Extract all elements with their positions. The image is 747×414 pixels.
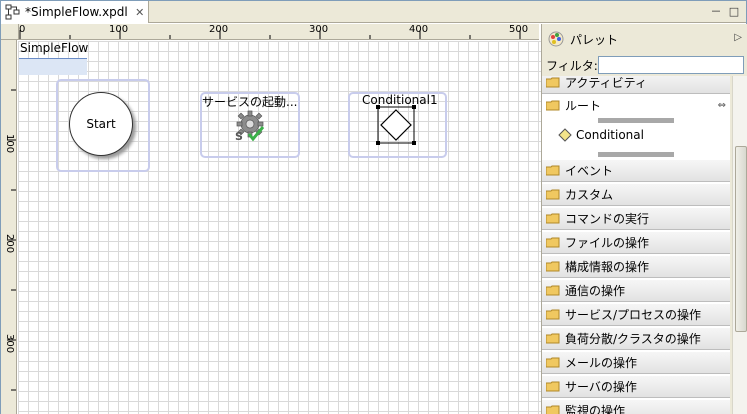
- folder-icon: [546, 333, 560, 344]
- palette-drawer-custom[interactable]: カスタム: [542, 184, 730, 206]
- palette-drawer-label: コマンドの実行: [565, 212, 650, 226]
- palette-list: アクティビティ ルート ⇔ Conditional イベント カスタム コマンド…: [542, 76, 730, 414]
- palette-scrollbar[interactable]: [732, 76, 747, 414]
- palette-tool-conditional[interactable]: Conditional: [542, 124, 730, 146]
- folder-icon: [546, 357, 560, 368]
- folder-icon: [546, 381, 560, 392]
- folder-open-icon: [546, 77, 560, 88]
- folder-icon: [546, 237, 560, 248]
- palette-drawer-label: サーバの操作: [565, 380, 637, 394]
- folder-icon: [546, 213, 560, 224]
- palette-drawer-label: 負荷分散/クラスタの操作: [565, 332, 701, 346]
- vertical-ruler: 100 200 300: [1, 40, 17, 414]
- folder-icon: [546, 405, 560, 414]
- ruler-label: 100: [4, 134, 15, 154]
- palette-icon: [548, 31, 564, 47]
- palette-drawer-file[interactable]: ファイルの操作: [542, 232, 730, 254]
- pool-name[interactable]: SimpleFlow: [19, 41, 88, 59]
- svg-text:S: S: [235, 130, 243, 143]
- folder-icon: [546, 261, 560, 272]
- pool-header-bar: [19, 59, 87, 75]
- palette-header: パレット ▷: [542, 24, 747, 54]
- ruler-label: 500: [509, 24, 529, 35]
- ruler-label: 300: [309, 24, 329, 35]
- palette-drawer-label: カスタム: [565, 188, 614, 202]
- palette-drawer-label: 監視の操作: [565, 404, 626, 414]
- folder-icon: [546, 309, 560, 320]
- tab-title: *SimpleFlow.xpdl: [25, 5, 128, 19]
- filter-input[interactable]: [598, 56, 744, 74]
- drawer-scroll-down[interactable]: [598, 152, 674, 157]
- palette-drawer-event[interactable]: イベント: [542, 160, 730, 182]
- ruler-label: 100: [109, 24, 129, 35]
- horizontal-ruler: 0 100 200 300 400 500: [19, 24, 539, 40]
- palette-drawer-activity[interactable]: アクティビティ: [542, 76, 730, 94]
- palette-drawer-route[interactable]: ルート ⇔: [542, 94, 730, 116]
- maximize-icon[interactable]: □: [726, 4, 742, 20]
- palette-drawer-label: 構成情報の操作: [565, 260, 650, 274]
- ruler-label: 300: [4, 334, 15, 354]
- ruler-label: 400: [409, 24, 429, 35]
- scrollbar-thumb[interactable]: [735, 146, 747, 332]
- editor-window: *SimpleFlow.xpdl ✕ － □ 0 100 200 300 400…: [0, 0, 747, 414]
- ruler-label: 200: [209, 24, 229, 35]
- palette-drawer-command[interactable]: コマンドの実行: [542, 208, 730, 230]
- drawer-scroll-up[interactable]: [598, 118, 674, 123]
- palette-drawer-label: メールの操作: [565, 356, 638, 370]
- palette-drawer-label: サービス/プロセスの操作: [565, 308, 702, 322]
- start-event-circle[interactable]: Start: [69, 92, 133, 156]
- folder-icon: [546, 165, 560, 176]
- minimize-icon[interactable]: －: [708, 4, 724, 20]
- ruler-corner: [1, 24, 19, 40]
- close-icon[interactable]: ✕: [134, 6, 146, 19]
- palette-drawer-label: イベント: [565, 164, 614, 178]
- collapse-arrow-icon[interactable]: ▷: [734, 32, 742, 43]
- palette-drawer-comm[interactable]: 通信の操作: [542, 280, 730, 302]
- palette-panel: パレット ▷ フィルタ: アクティビティ ルート ⇔ Conditional イ…: [541, 24, 747, 414]
- palette-drawer-service[interactable]: サービス/プロセスの操作: [542, 304, 730, 326]
- conditional-diamond-icon: [558, 128, 572, 142]
- start-node-label: Start: [86, 117, 116, 131]
- folder-icon: [546, 285, 560, 296]
- gateway-diamond-icon[interactable]: [374, 104, 418, 146]
- palette-drawer-server[interactable]: サーバの操作: [542, 376, 730, 398]
- palette-filter-row: フィルタ:: [542, 54, 747, 76]
- ruler-label: 200: [4, 234, 15, 254]
- editor-tab-bar: *SimpleFlow.xpdl ✕ － □: [1, 1, 746, 23]
- service-activity-label: サービスの起動...: [202, 95, 298, 109]
- editor-tab[interactable]: *SimpleFlow.xpdl ✕: [1, 1, 149, 23]
- palette-drawer-label: ルート: [565, 98, 602, 113]
- folder-icon: [546, 189, 560, 200]
- ruler-label: 0: [19, 24, 26, 35]
- filter-label: フィルタ:: [546, 58, 598, 73]
- palette-drawer-loadbalance[interactable]: 負荷分散/クラスタの操作: [542, 328, 730, 350]
- palette-title: パレット: [570, 32, 619, 47]
- palette-tool-label: Conditional: [576, 128, 644, 142]
- palette-drawer-label: アクティビティ: [565, 76, 647, 90]
- pin-icon[interactable]: ⇔: [718, 100, 726, 111]
- service-gear-icon: S: [235, 110, 265, 143]
- folder-open-icon: [546, 100, 560, 110]
- palette-drawer-monitor[interactable]: 監視の操作: [542, 400, 730, 414]
- palette-drawer-label: ファイルの操作: [565, 236, 650, 250]
- palette-drawer-mail[interactable]: メールの操作: [542, 352, 730, 374]
- palette-drawer-label: 通信の操作: [565, 284, 626, 298]
- palette-drawer-config[interactable]: 構成情報の操作: [542, 256, 730, 278]
- workflow-file-icon: [5, 4, 20, 20]
